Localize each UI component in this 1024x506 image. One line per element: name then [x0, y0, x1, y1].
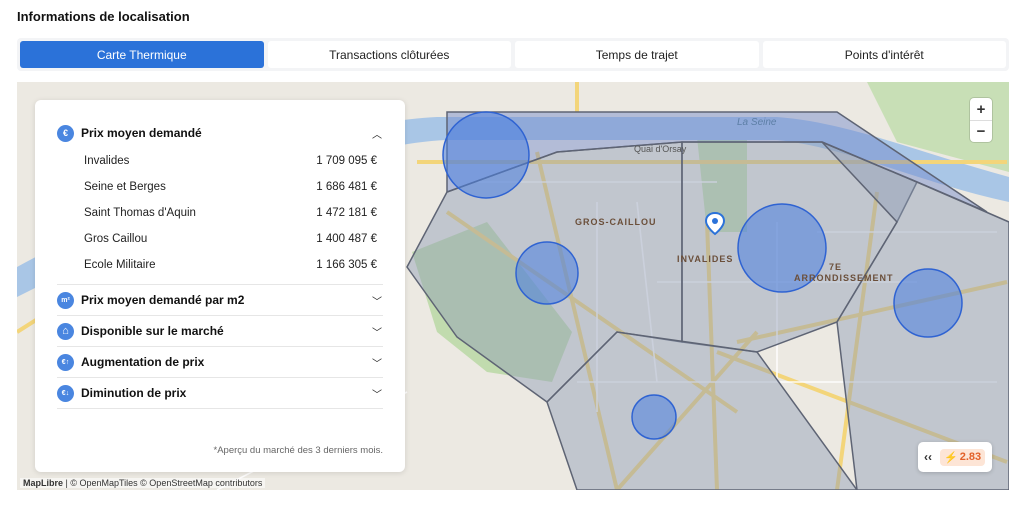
- district-name: Ecole Militaire: [84, 259, 156, 271]
- zoom-control: + −: [970, 98, 992, 142]
- zoom-out-button[interactable]: −: [970, 120, 992, 142]
- heat-bubble-saint-thomas: [893, 268, 963, 338]
- score-value: 2.83: [959, 451, 982, 463]
- group-header-price-decrease[interactable]: €↓ Diminution de prix ﹀: [57, 378, 383, 408]
- score-badge: ‹‹ ⚡ 2.83: [918, 442, 992, 472]
- euro-down-icon: €↓: [57, 384, 74, 402]
- district-name: Invalides: [84, 155, 130, 167]
- market-note: *Aperçu du marché des 3 derniers mois.: [213, 445, 384, 456]
- district-price: 1 472 181 €: [316, 207, 377, 219]
- chevron-down-icon[interactable]: ﹀: [371, 324, 383, 339]
- tab-closed-transactions[interactable]: Transactions clôturées: [267, 41, 511, 68]
- map-label-gros-caillou: GROS-CAILLOU: [575, 217, 657, 227]
- score-pill: ⚡ 2.83: [940, 448, 986, 466]
- heat-bubble-seine-berges: [442, 111, 530, 199]
- district-price: 1 400 487 €: [316, 233, 377, 245]
- map-label-seine: La Seine: [737, 117, 777, 128]
- tab-points-of-interest[interactable]: Points d'intérêt: [762, 41, 1006, 68]
- list-item: Invalides 1 709 095 €: [84, 148, 377, 174]
- group-average-price: € Prix moyen demandé ︿ Invalides 1 709 09…: [57, 118, 383, 285]
- map-label-arrondissement: ARRONDISSEMENT: [794, 273, 894, 283]
- district-price: 1 166 305 €: [316, 259, 377, 271]
- group-header-price-per-m2[interactable]: m² Prix moyen demandé par m2 ﹀: [57, 285, 383, 315]
- euro-up-icon: €↑: [57, 353, 74, 371]
- euro-icon: €: [57, 124, 74, 142]
- maplibre-link[interactable]: MapLibre: [23, 478, 63, 488]
- tab-heatmap[interactable]: Carte Thermique: [20, 41, 264, 68]
- map-label-arrondissement-number: 7E: [829, 262, 842, 272]
- group-available: ⌂ Disponible sur le marché ﹀: [57, 316, 383, 347]
- group-label: Disponible sur le marché: [81, 324, 224, 338]
- lightning-icon: ⚡: [944, 451, 958, 464]
- map-attribution: MapLibre | © OpenMapTiles © OpenStreetMa…: [20, 478, 266, 488]
- group-price-decrease: €↓ Diminution de prix ﹀: [57, 378, 383, 409]
- heat-bubble-gros-caillou: [515, 241, 579, 305]
- square-meter-icon: m²: [57, 291, 74, 309]
- chevron-up-icon[interactable]: ︿: [371, 126, 383, 141]
- list-item: Ecole Militaire 1 166 305 €: [84, 252, 377, 278]
- group-price-per-m2: m² Prix moyen demandé par m2 ﹀: [57, 285, 383, 316]
- tab-bar: Carte Thermique Transactions clôturées T…: [17, 38, 1009, 71]
- price-list: Invalides 1 709 095 € Seine et Berges 1 68…: [57, 148, 383, 284]
- group-price-increase: €↑ Augmentation de prix ﹀: [57, 347, 383, 378]
- tab-travel-time[interactable]: Temps de trajet: [515, 41, 759, 68]
- house-icon: ⌂: [57, 322, 74, 340]
- map-view[interactable]: La Seine Quai d'Orsay GROS-CAILLOU INVAL…: [17, 82, 1009, 490]
- attribution-text: | © OpenMapTiles © OpenStreetMap contrib…: [63, 478, 263, 488]
- price-info-panel: € Prix moyen demandé ︿ Invalides 1 709 09…: [35, 100, 405, 472]
- group-label: Augmentation de prix: [81, 355, 205, 369]
- district-name: Gros Caillou: [84, 233, 148, 245]
- group-header-available[interactable]: ⌂ Disponible sur le marché ﹀: [57, 316, 383, 346]
- group-label: Prix moyen demandé par m2: [81, 293, 245, 307]
- chevron-down-icon[interactable]: ﹀: [371, 293, 383, 308]
- group-label: Diminution de prix: [81, 386, 187, 400]
- collapse-chevron-icon[interactable]: ‹‹: [924, 450, 932, 464]
- list-item: Gros Caillou 1 400 487 €: [84, 226, 377, 252]
- district-name: Seine et Berges: [84, 181, 166, 193]
- map-label-quai: Quai d'Orsay: [634, 144, 687, 154]
- chevron-down-icon[interactable]: ﹀: [371, 355, 383, 370]
- list-item: Saint Thomas d'Aquin 1 472 181 €: [84, 200, 377, 226]
- group-header-price-increase[interactable]: €↑ Augmentation de prix ﹀: [57, 347, 383, 377]
- group-label: Prix moyen demandé: [81, 126, 202, 140]
- list-item: Seine et Berges 1 686 481 €: [84, 174, 377, 200]
- group-header-average-price[interactable]: € Prix moyen demandé ︿: [57, 118, 383, 148]
- heat-bubble-ecole-militaire: [631, 394, 677, 440]
- chevron-down-icon[interactable]: ﹀: [371, 386, 383, 401]
- section-title: Informations de localisation: [17, 9, 190, 24]
- district-price: 1 709 095 €: [316, 155, 377, 167]
- district-name: Saint Thomas d'Aquin: [84, 207, 196, 219]
- map-label-invalides: INVALIDES: [677, 254, 733, 264]
- district-price: 1 686 481 €: [316, 181, 377, 193]
- zoom-in-button[interactable]: +: [970, 98, 992, 120]
